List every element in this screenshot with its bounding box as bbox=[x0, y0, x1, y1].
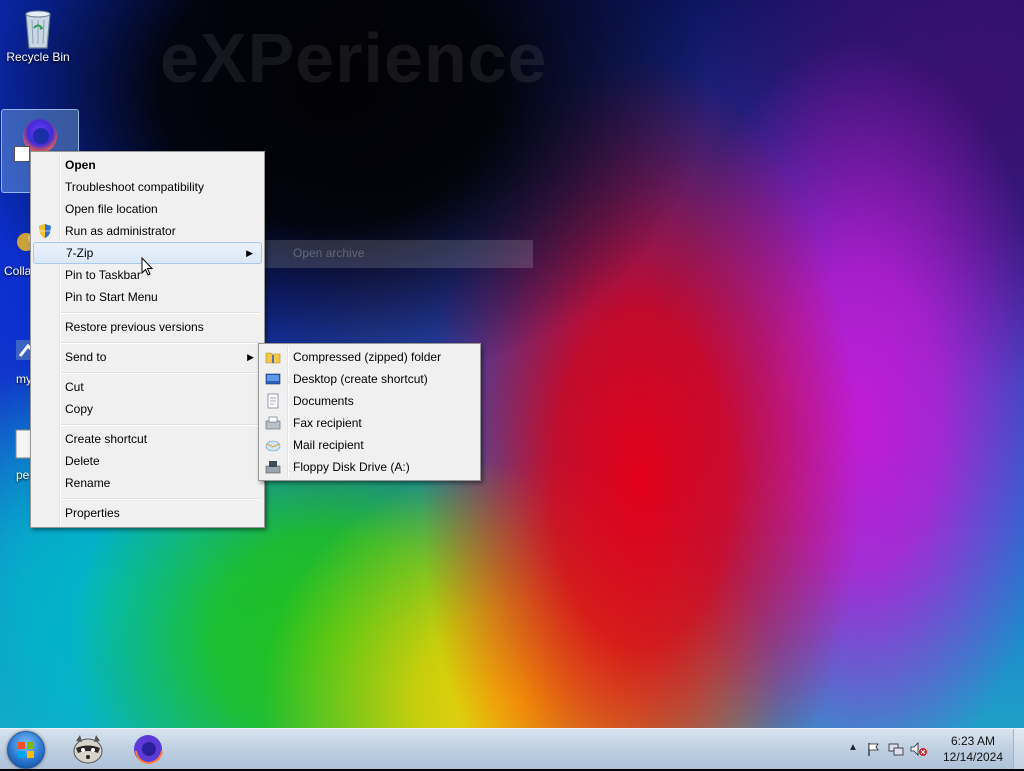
menu-item-create-shortcut[interactable]: Create shortcut bbox=[33, 428, 262, 450]
sendto-item-compressed-folder[interactable]: Compressed (zipped) folder bbox=[261, 346, 478, 368]
documents-icon bbox=[265, 393, 281, 409]
sendto-item-mail-recipient[interactable]: Mail recipient bbox=[261, 434, 478, 456]
volume-muted-icon[interactable] bbox=[910, 741, 927, 757]
menu-item-pin-to-start-menu[interactable]: Pin to Start Menu bbox=[33, 286, 262, 308]
menu-item-troubleshoot-compatibility[interactable]: Troubleshoot compatibility bbox=[33, 176, 262, 198]
uac-shield-icon bbox=[37, 223, 53, 239]
menu-item-send-to[interactable]: Send to ▶ bbox=[33, 346, 262, 368]
desktop-icon-recycle-bin[interactable]: Recycle Bin bbox=[0, 6, 76, 64]
menu-separator bbox=[61, 342, 261, 344]
wallpaper-watermark: eXPerience bbox=[160, 19, 548, 97]
taskbar-app-raccoon[interactable] bbox=[68, 731, 108, 767]
clock-time: 6:23 AM bbox=[950, 734, 996, 748]
menu-item-delete[interactable]: Delete bbox=[33, 450, 262, 472]
start-button[interactable] bbox=[7, 731, 45, 769]
menu-separator bbox=[61, 312, 261, 314]
menu-separator bbox=[61, 424, 261, 426]
context-menu: Open Troubleshoot compatibility Open fil… bbox=[30, 151, 265, 528]
windows-logo-icon bbox=[18, 742, 34, 758]
menu-separator bbox=[61, 372, 261, 374]
floppy-drive-icon bbox=[265, 459, 281, 475]
sendto-item-documents[interactable]: Documents bbox=[261, 390, 478, 412]
menu-item-cut[interactable]: Cut bbox=[33, 376, 262, 398]
submenu-arrow-icon: ▶ bbox=[246, 248, 253, 258]
recycle-bin-icon bbox=[18, 6, 58, 49]
clock-date: 12/14/2024 bbox=[942, 750, 1004, 764]
sendto-item-fax-recipient[interactable]: Fax recipient bbox=[261, 412, 478, 434]
open-archive-item: Open archive bbox=[293, 246, 365, 260]
menu-item-restore-previous-versions[interactable]: Restore previous versions bbox=[33, 316, 262, 338]
desktop: eXPerience Recycle Bin Colla my pe Open … bbox=[0, 0, 1024, 728]
taskbar: ▲ 6:23 AM 12/14/2024 bbox=[0, 728, 1024, 769]
menu-separator bbox=[61, 498, 261, 500]
shortcut-arrow-icon bbox=[14, 146, 30, 162]
menu-item-properties[interactable]: Properties bbox=[33, 502, 262, 524]
sendto-item-floppy-drive[interactable]: Floppy Disk Drive (A:) bbox=[261, 456, 478, 478]
mail-icon bbox=[265, 437, 281, 453]
7zip-submenu-ghost: Open archive bbox=[265, 240, 533, 268]
system-tray: ▲ 6:23 AM 12/14/2024 bbox=[824, 729, 1024, 769]
desktop-icon-label: Recycle Bin bbox=[6, 50, 70, 64]
taskbar-app-firefox[interactable] bbox=[128, 731, 168, 767]
mouse-cursor-icon bbox=[141, 256, 155, 280]
show-desktop-button[interactable] bbox=[1013, 729, 1024, 769]
sendto-item-desktop[interactable]: Desktop (create shortcut) bbox=[261, 368, 478, 390]
menu-item-copy[interactable]: Copy bbox=[33, 398, 262, 420]
firefox-icon bbox=[134, 735, 163, 765]
menu-item-rename[interactable]: Rename bbox=[33, 472, 262, 494]
menu-item-open[interactable]: Open bbox=[33, 154, 262, 176]
show-hidden-icons-chevron-icon[interactable]: ▲ bbox=[848, 742, 864, 758]
zip-folder-icon bbox=[265, 349, 281, 365]
network-icon[interactable] bbox=[888, 741, 904, 757]
menu-item-run-as-administrator[interactable]: Run as administrator bbox=[33, 220, 262, 242]
taskbar-clock[interactable]: 6:23 AM 12/14/2024 bbox=[938, 733, 1008, 765]
menu-item-open-file-location[interactable]: Open file location bbox=[33, 198, 262, 220]
fax-icon bbox=[265, 415, 281, 431]
submenu-arrow-icon: ▶ bbox=[247, 352, 254, 362]
desktop-icon bbox=[265, 371, 281, 387]
action-center-flag-icon[interactable] bbox=[866, 741, 882, 757]
raccoon-icon bbox=[73, 735, 103, 764]
send-to-submenu: Compressed (zipped) folder Desktop (crea… bbox=[258, 343, 481, 481]
